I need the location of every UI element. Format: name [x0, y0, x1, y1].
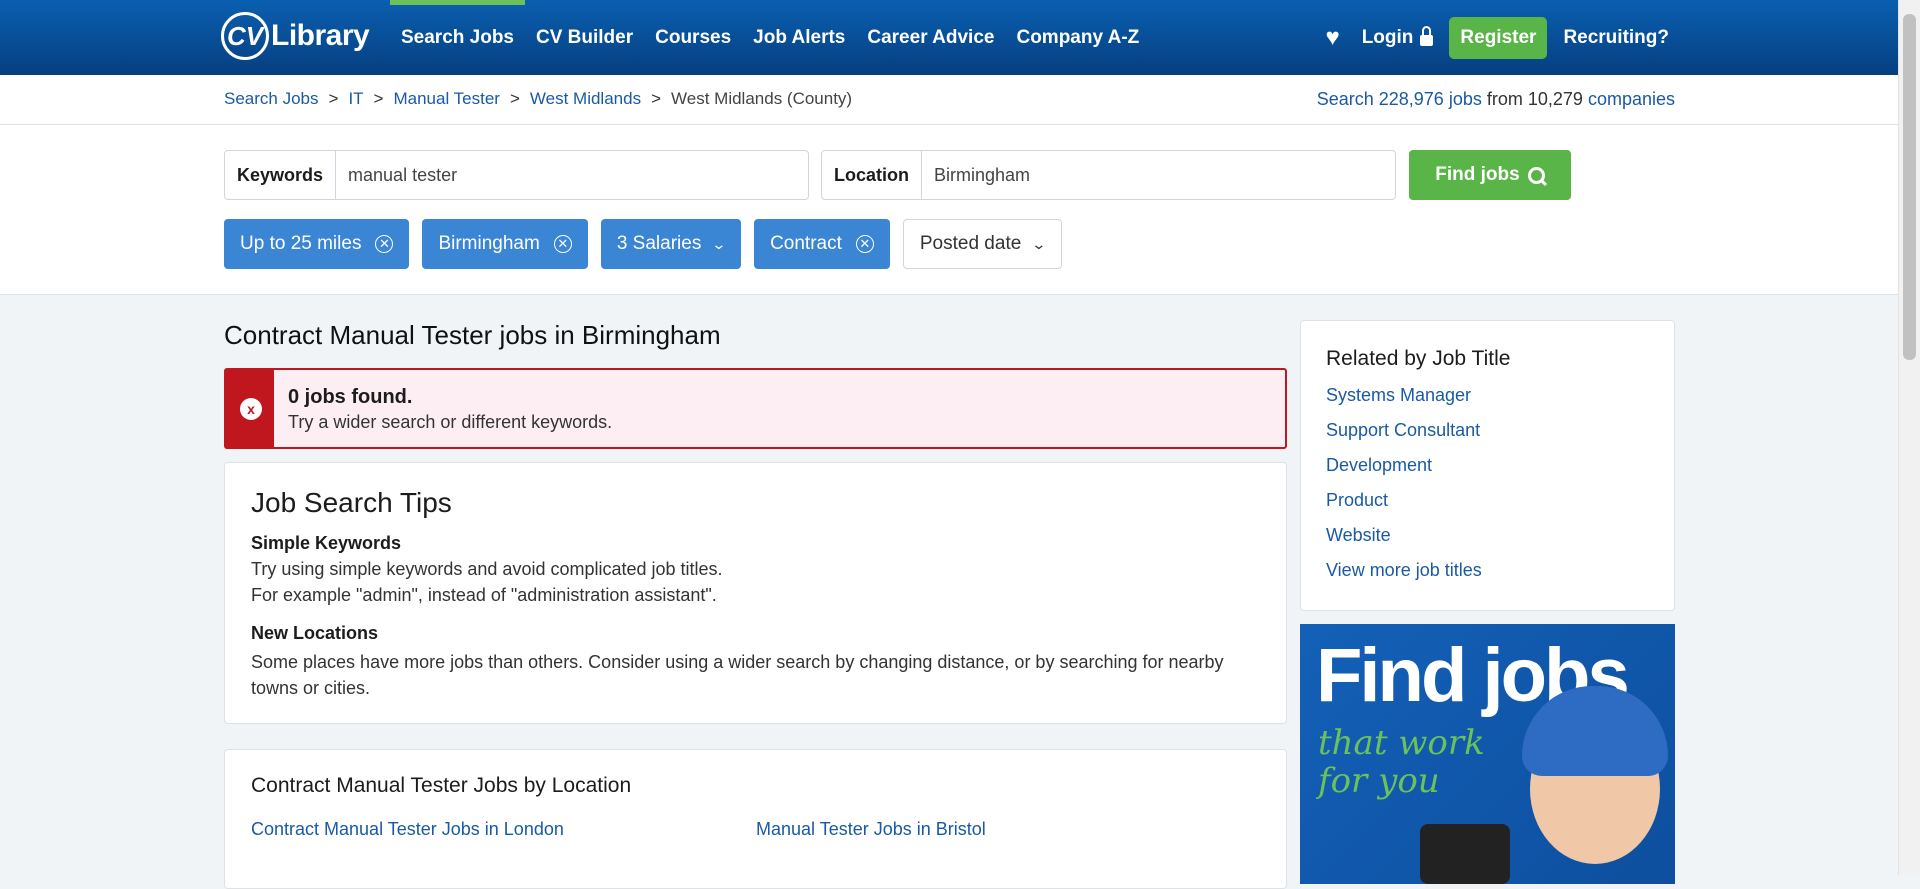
find-jobs-button[interactable]: Find jobs — [1409, 150, 1571, 200]
related-link[interactable]: Website — [1326, 525, 1482, 560]
filter-type-label: Contract — [770, 233, 842, 254]
cv-library-logo[interactable]: CV Library — [221, 11, 370, 61]
keywords-field: Keywords — [224, 150, 809, 200]
breadcrumb-separator: > — [328, 89, 339, 108]
view-more-job-titles-link[interactable]: View more job titles — [1326, 560, 1482, 595]
remove-filter-icon[interactable]: ✕ — [375, 235, 394, 253]
breadcrumb-it[interactable]: IT — [348, 89, 363, 109]
find-jobs-label: Find jobs — [1435, 164, 1520, 185]
breadcrumb-separator: > — [651, 89, 662, 108]
stats-jobs-link[interactable]: 228,976 jobs — [1379, 89, 1482, 109]
alert-title: 0 jobs found. — [288, 386, 413, 408]
chevron-down-icon: ⌄ — [1031, 235, 1047, 252]
filter-salaries-chip[interactable]: 3 Salaries ⌄ — [600, 219, 742, 269]
login-link[interactable]: Login — [1361, 26, 1434, 49]
location-label: Location — [822, 151, 922, 199]
posted-date-label: Posted date — [919, 233, 1022, 254]
location-link-london[interactable]: Contract Manual Tester Jobs in London — [251, 819, 564, 840]
by-location-heading: Contract Manual Tester Jobs by Location — [251, 774, 632, 797]
job-search-tips: Job Search Tips Simple Keywords Try usin… — [224, 462, 1287, 724]
nav-search-jobs[interactable]: Search Jobs — [390, 0, 525, 75]
main-menu: Search Jobs CV Builder Courses Job Alert… — [390, 0, 1150, 75]
stats-companies-link[interactable]: companies — [1588, 89, 1675, 109]
nav-job-alerts[interactable]: Job Alerts — [742, 0, 856, 75]
recruiting-link[interactable]: Recruiting? — [1563, 27, 1669, 49]
camera-icon — [1420, 824, 1510, 884]
related-job-titles: Related by Job Title Systems Manager Sup… — [1300, 320, 1675, 611]
jobs-by-location: Contract Manual Tester Jobs by Location … — [224, 749, 1287, 889]
lock-icon — [1420, 26, 1434, 46]
related-link[interactable]: Systems Manager — [1326, 385, 1482, 420]
keywords-input[interactable] — [336, 151, 808, 199]
ad-tagline-line1: that work — [1318, 723, 1485, 763]
login-label: Login — [1361, 26, 1414, 48]
posted-date-dropdown[interactable]: Posted date ⌄ — [902, 219, 1063, 269]
related-link[interactable]: Development — [1326, 455, 1482, 490]
remove-filter-icon[interactable]: ✕ — [553, 235, 572, 253]
breadcrumb: Search Jobs > IT > Manual Tester > West … — [224, 89, 852, 109]
related-list: Systems Manager Support Consultant Devel… — [1326, 385, 1482, 595]
tip-new-text: Some places have more jobs than others. … — [251, 652, 1224, 698]
location-link-bristol[interactable]: Manual Tester Jobs in Bristol — [756, 819, 986, 840]
filter-distance-chip[interactable]: Up to 25 miles ✕ — [224, 219, 410, 269]
nav-courses[interactable]: Courses — [644, 0, 742, 75]
breadcrumb-manual-tester[interactable]: Manual Tester — [393, 89, 499, 109]
ad-tagline: that work for you — [1318, 724, 1485, 800]
filter-location-label: Birmingham — [438, 233, 540, 254]
breadcrumb-separator: > — [509, 89, 520, 108]
heart-icon[interactable]: ♥ — [1325, 24, 1339, 52]
breadcrumb-separator: > — [373, 89, 384, 108]
ad-tagline-line2: for you — [1318, 761, 1440, 801]
location-field: Location — [821, 150, 1396, 200]
results-title: Contract Manual Tester jobs in Birmingha… — [224, 320, 721, 350]
filter-chips: Up to 25 miles ✕ Birmingham ✕ 3 Salaries… — [224, 219, 1075, 269]
search-icon — [1527, 166, 1545, 184]
stats-companies-count: 10,279 — [1527, 89, 1583, 109]
breadcrumb-bar: Search Jobs > IT > Manual Tester > West … — [0, 75, 1899, 125]
scrollbar-thumb[interactable] — [1903, 14, 1916, 360]
filter-type-chip[interactable]: Contract ✕ — [754, 219, 890, 269]
no-results-alert: x 0 jobs found. Try a wider search or di… — [224, 368, 1287, 449]
filter-location-chip[interactable]: Birmingham ✕ — [422, 219, 588, 269]
tip-simple-line1: Try using simple keywords and avoid comp… — [251, 559, 723, 579]
related-link[interactable]: Support Consultant — [1326, 420, 1482, 455]
nav-company-a-z[interactable]: Company A-Z — [1005, 0, 1150, 75]
logo-wordmark: Library — [271, 19, 370, 52]
stats-search-prefix[interactable]: Search — [1317, 89, 1374, 109]
logo-cv-mark: CV — [221, 12, 269, 60]
location-input[interactable] — [922, 151, 1395, 199]
breadcrumb-search-jobs[interactable]: Search Jobs — [224, 89, 319, 109]
related-link[interactable]: Product — [1326, 490, 1482, 525]
breadcrumb-current: West Midlands (County) — [671, 89, 853, 108]
tip-simple-title: Simple Keywords — [251, 533, 402, 553]
breadcrumb-west-midlands[interactable]: West Midlands — [530, 89, 641, 109]
page-scrollbar[interactable] — [1898, 0, 1920, 875]
chevron-down-icon: ⌄ — [711, 235, 727, 252]
advert-banner[interactable]: Find jobs that work for you — [1300, 624, 1675, 884]
tips-heading: Job Search Tips — [251, 487, 452, 518]
site-stats: Search 228,976 jobs from 10,279 companie… — [1317, 89, 1675, 110]
nav-career-advice[interactable]: Career Advice — [856, 0, 1005, 75]
top-navigation: CV Library Search Jobs CV Builder Course… — [0, 0, 1899, 75]
keywords-label: Keywords — [225, 151, 337, 199]
related-heading: Related by Job Title — [1326, 347, 1511, 370]
error-icon: x — [240, 398, 262, 420]
alert-text: Try a wider search or different keywords… — [288, 412, 613, 432]
remove-filter-icon[interactable]: ✕ — [855, 235, 874, 253]
stats-from: from — [1486, 89, 1523, 109]
tip-simple-line2: For example "admin", instead of "adminis… — [251, 585, 717, 605]
account-menu: ♥ Login Register Recruiting? — [1325, 0, 1669, 75]
register-button[interactable]: Register — [1449, 16, 1548, 59]
filter-distance-label: Up to 25 miles — [240, 233, 362, 254]
filter-salaries-label: 3 Salaries — [616, 233, 702, 254]
nav-cv-builder[interactable]: CV Builder — [525, 0, 644, 75]
search-panel: Keywords Location Find jobs Up to 25 mil… — [0, 125, 1899, 295]
tip-new-title: New Locations — [251, 623, 379, 643]
